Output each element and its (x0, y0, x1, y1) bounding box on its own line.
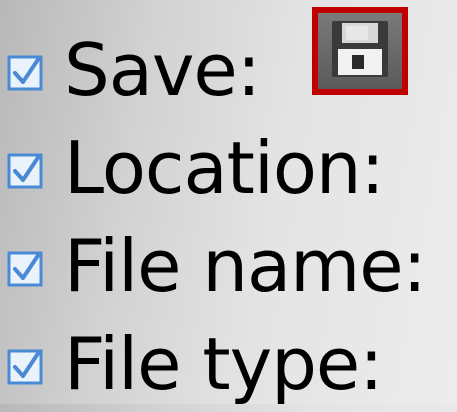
checkbox-icon[interactable] (6, 336, 50, 396)
checkbox-icon[interactable] (6, 140, 50, 200)
location-label: Location: (64, 126, 385, 210)
item-file-name: File name: (6, 218, 427, 314)
file-name-label: File name: (64, 224, 427, 308)
save-label: Save: (64, 28, 261, 112)
item-save: Save: (6, 22, 261, 118)
file-type-label: File type: (64, 322, 383, 406)
checkbox-icon[interactable] (6, 42, 50, 102)
item-file-type: File type: (6, 316, 383, 412)
item-location: Location: (6, 120, 385, 216)
save-button[interactable] (312, 7, 408, 95)
checkbox-icon[interactable] (6, 238, 50, 298)
floppy-disk-icon (328, 17, 392, 85)
